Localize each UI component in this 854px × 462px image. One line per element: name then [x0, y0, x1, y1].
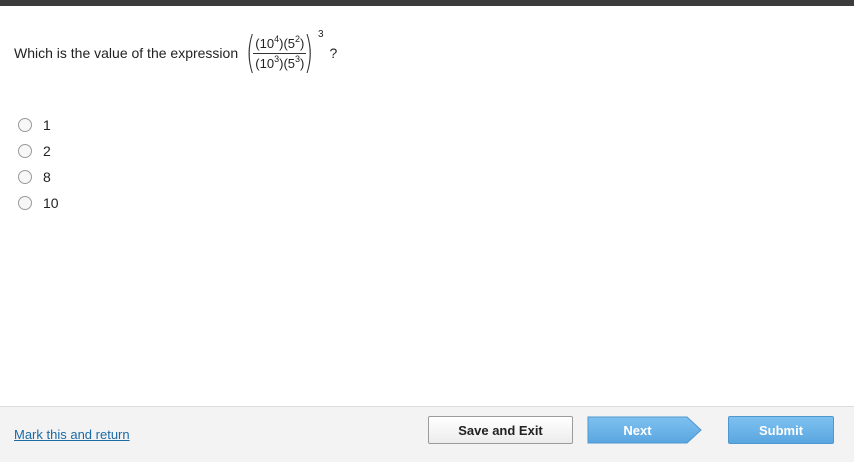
- radio-button[interactable]: [18, 196, 32, 210]
- footer-bar: Mark this and return Save and Exit Next …: [0, 406, 854, 462]
- question: Which is the value of the expression ( (…: [14, 22, 337, 84]
- question-prompt: Which is the value of the expression: [14, 45, 239, 61]
- answer-option-1[interactable]: 1: [18, 112, 59, 138]
- next-button[interactable]: Next: [587, 416, 702, 444]
- option-label: 10: [43, 195, 59, 211]
- answer-option-3[interactable]: 8: [18, 164, 59, 190]
- math-expression: ( (10 4)(5 2) (10 3)(5 3) ) 3: [242, 27, 324, 78]
- mark-and-return-link[interactable]: Mark this and return: [14, 427, 130, 442]
- option-label: 8: [43, 169, 51, 185]
- radio-button[interactable]: [18, 144, 32, 158]
- right-parenthesis: ): [304, 27, 314, 78]
- option-label: 1: [43, 117, 51, 133]
- top-bar: [0, 0, 854, 6]
- next-button-label: Next: [623, 422, 652, 438]
- option-label: 2: [43, 143, 51, 159]
- fraction: (10 4)(5 2) (10 3)(5 3): [253, 33, 307, 71]
- outer-exponent: 3: [317, 29, 324, 40]
- radio-button[interactable]: [18, 170, 32, 184]
- answer-option-2[interactable]: 2: [18, 138, 59, 164]
- fraction-denominator: (10 3)(5 3): [253, 52, 307, 71]
- question-mark: ?: [329, 45, 338, 61]
- submit-button[interactable]: Submit: [728, 416, 834, 444]
- answer-options: 1 2 8 10: [18, 112, 59, 216]
- left-parenthesis: (: [245, 27, 256, 78]
- answer-option-4[interactable]: 10: [18, 190, 59, 216]
- radio-button[interactable]: [18, 118, 32, 132]
- fraction-numerator: (10 4)(5 2): [255, 33, 305, 51]
- save-and-exit-button[interactable]: Save and Exit: [428, 416, 573, 444]
